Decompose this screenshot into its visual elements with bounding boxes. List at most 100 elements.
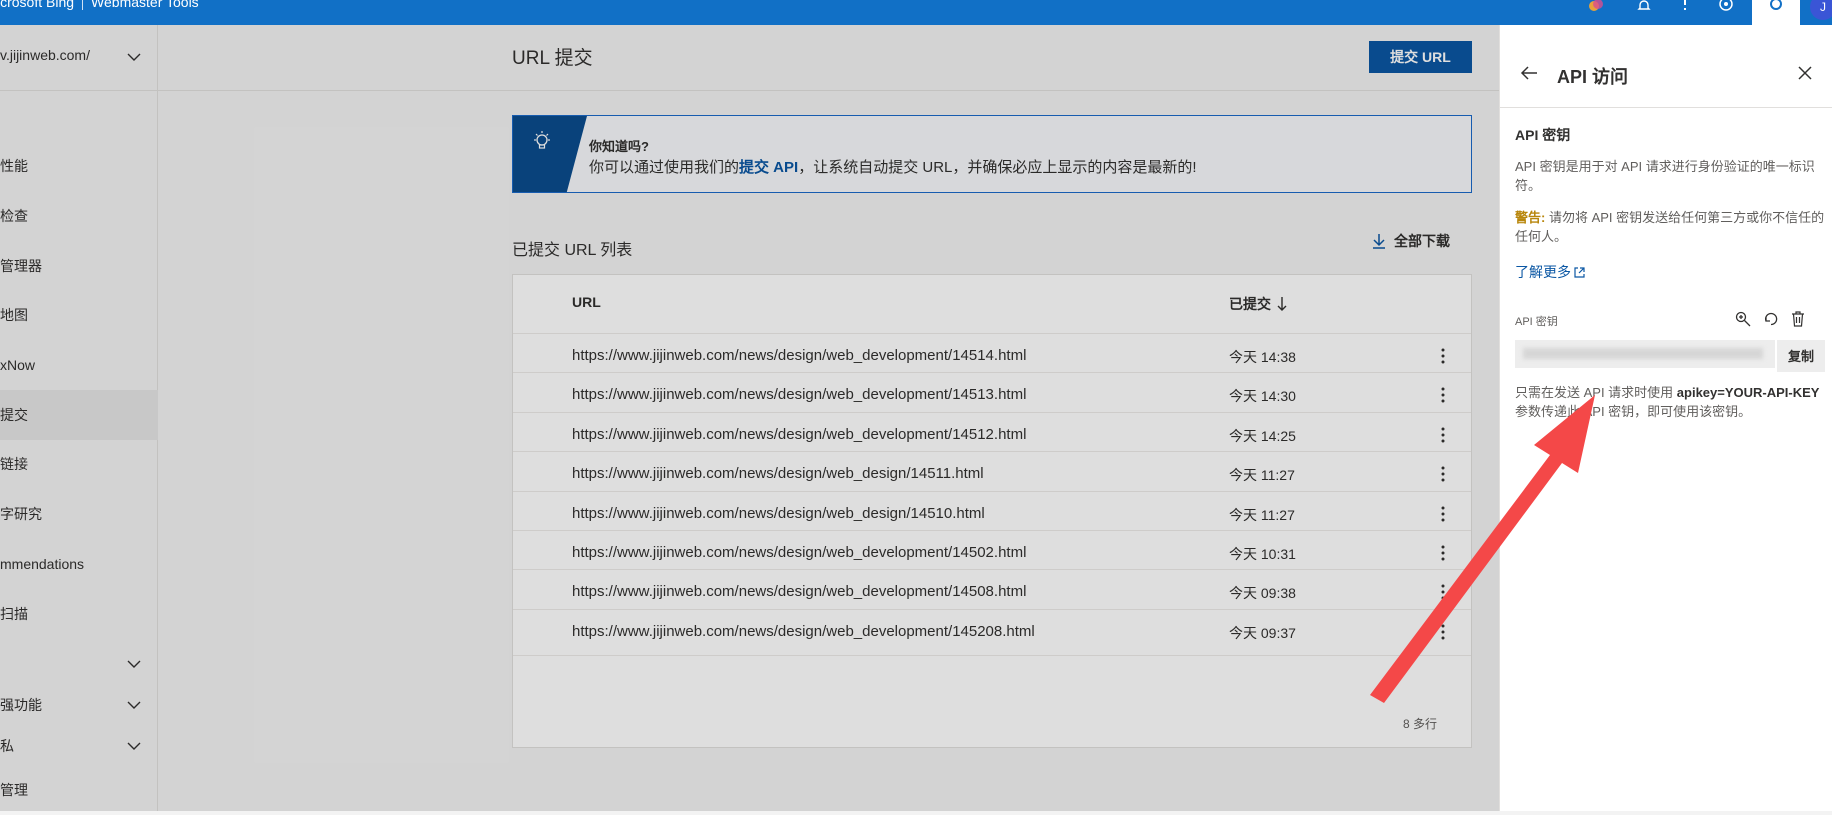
warning-text: 请勿将 API 密钥发送给任何第三方或你不信任的任何人。 <box>1515 210 1825 244</box>
sidebar-item-label: 检查 <box>0 208 28 224</box>
url-cell: https://www.jijinweb.com/news/design/web… <box>572 544 1027 561</box>
external-link-icon <box>1574 266 1585 278</box>
sidebar-group-privacy[interactable]: 私 <box>0 721 158 771</box>
main-header: URL 提交 提交 URL <box>158 25 1499 91</box>
download-all-button[interactable]: 全部下载 <box>1372 231 1450 251</box>
table-end-divider <box>513 655 1471 656</box>
tip-band <box>513 116 587 192</box>
lightbulb-icon <box>534 131 550 149</box>
help-icon[interactable] <box>1675 0 1695 16</box>
api-key-label: API 密钥 <box>1515 316 1558 328</box>
back-arrow-icon[interactable] <box>1520 65 1538 81</box>
url-cell: https://www.jijinweb.com/news/design/web… <box>572 386 1027 403</box>
url-cell: https://www.jijinweb.com/news/design/web… <box>572 465 984 482</box>
table-row[interactable]: https://www.jijinweb.com/news/design/web… <box>513 451 1471 496</box>
sidebar-item-label: xNow <box>0 357 36 373</box>
copy-key-button[interactable]: 复制 <box>1777 340 1825 372</box>
api-key-masked-value <box>1523 348 1763 359</box>
url-cell: https://www.jijinweb.com/news/design/web… <box>572 623 1035 640</box>
settings-button[interactable] <box>1752 0 1800 25</box>
sidebar-item-site-scan[interactable]: 扫描 <box>0 589 158 639</box>
avatar[interactable]: J <box>1810 0 1832 20</box>
brand[interactable]: icrosoft Bing Webmaster Tools <box>0 0 199 11</box>
table-row[interactable]: https://www.jijinweb.com/news/design/web… <box>513 609 1471 654</box>
tip-title: 你知道吗? <box>589 139 649 154</box>
submission-api-link[interactable]: 提交 API <box>739 159 798 176</box>
chevron-down-icon <box>127 742 141 750</box>
time-cell: 今天 09:37 <box>1229 625 1296 641</box>
url-cell: https://www.jijinweb.com/news/design/web… <box>572 583 1027 600</box>
sidebar-item-label: 字研究 <box>0 506 42 522</box>
submitted-urls-table: URL 已提交 https://www.jijinweb.com/news/de… <box>512 274 1472 748</box>
close-icon[interactable] <box>1797 65 1813 81</box>
brand-name: icrosoft Bing <box>0 0 75 10</box>
page-title: URL 提交 <box>512 48 593 69</box>
sidebar-item-backlinks[interactable]: 链接 <box>0 439 158 489</box>
table-row[interactable]: https://www.jijinweb.com/news/design/web… <box>513 372 1471 417</box>
sidebar: v.jijinweb.com/ 性能 检查 管理器 地图 xNow 提交 链接 … <box>0 25 158 811</box>
sort-down-icon <box>1277 297 1287 311</box>
sidebar-item-site-explorer[interactable]: 管理器 <box>0 241 158 291</box>
sidebar-item-recommendations[interactable]: mmendations <box>0 539 158 589</box>
time-cell: 今天 14:25 <box>1229 428 1296 444</box>
sidebar-item-label: 提交 <box>0 407 28 423</box>
warning-label: 警告: <box>1515 210 1546 225</box>
brand-product: Webmaster Tools <box>91 0 199 10</box>
submit-url-button[interactable]: 提交 URL <box>1369 41 1472 73</box>
sidebar-item-label: 性能 <box>0 158 28 174</box>
url-cell: https://www.jijinweb.com/news/design/web… <box>572 505 985 522</box>
column-header-url[interactable]: URL <box>572 294 601 310</box>
sidebar-item-url-submission[interactable]: 提交 <box>0 390 158 440</box>
table-row[interactable]: https://www.jijinweb.com/news/design/web… <box>513 569 1471 614</box>
api-key-field[interactable] <box>1515 340 1775 368</box>
sidebar-item-keyword-research[interactable]: 字研究 <box>0 489 158 539</box>
regenerate-icon[interactable] <box>1763 311 1779 327</box>
time-cell: 今天 14:38 <box>1229 349 1296 365</box>
tip-text-after: ，让系统自动提交 URL，并确保必应上显示的内容是最新的! <box>798 159 1197 176</box>
brand-divider <box>82 0 84 11</box>
sidebar-item-label: 管理器 <box>0 258 42 274</box>
learn-more-label: 了解更多 <box>1515 264 1571 280</box>
tip-banner: 你知道吗? 你可以通过使用我们的提交 API，让系统自动提交 URL，并确保必应… <box>512 115 1472 193</box>
panel-title: API 访问 <box>1557 67 1629 87</box>
sidebar-item-sitemaps[interactable]: 地图 <box>0 290 158 340</box>
sidebar-item-performance[interactable]: 性能 <box>0 141 158 191</box>
url-cell: https://www.jijinweb.com/news/design/web… <box>572 426 1027 443</box>
api-key-heading: API 密钥 <box>1515 127 1571 143</box>
settings-icon <box>1766 0 1786 16</box>
annotation-arrow-icon <box>1370 395 1595 703</box>
sidebar-item-label: 地图 <box>0 307 28 323</box>
sidebar-item-label: 管理 <box>0 782 28 798</box>
usage-param: apikey=YOUR-API-KEY <box>1676 385 1820 400</box>
main-content: URL 提交 提交 URL 你知道吗? 你可以通过使用我们的提交 API，让系统… <box>158 25 1499 811</box>
sidebar-item-management[interactable]: 管理 <box>0 765 158 815</box>
sidebar-item-label: 私 <box>0 738 14 754</box>
column-header-label: 已提交 <box>1229 296 1271 312</box>
time-cell: 今天 10:31 <box>1229 546 1296 562</box>
panel-header: API 访问 <box>1500 25 1832 108</box>
more-vertical-icon[interactable] <box>1438 346 1448 366</box>
column-header-submitted[interactable]: 已提交 <box>1229 294 1287 314</box>
zoom-icon[interactable] <box>1735 311 1751 327</box>
sidebar-item-label: 链接 <box>0 456 28 472</box>
sidebar-item-label: 扫描 <box>0 606 28 622</box>
sidebar-item-indexnow[interactable]: xNow <box>0 340 158 390</box>
site-selector[interactable]: v.jijinweb.com/ <box>0 25 158 91</box>
api-key-actions <box>1735 311 1805 327</box>
api-key-warning: 警告: 请勿将 API 密钥发送给任何第三方或你不信任的任何人。 <box>1515 208 1825 246</box>
download-icon <box>1373 234 1385 249</box>
learn-more-link[interactable]: 了解更多 <box>1515 262 1585 282</box>
sidebar-item-label: mmendations <box>0 556 85 572</box>
sidebar-item-url-inspection[interactable]: 检查 <box>0 191 158 241</box>
delete-icon[interactable] <box>1791 311 1805 327</box>
copilot-icon[interactable] <box>1586 0 1606 16</box>
list-title: 已提交 URL 列表 <box>512 242 633 259</box>
api-key-description: API 密钥是用于对 API 请求进行身份验证的唯一标识符。 <box>1515 159 1815 193</box>
tip-text: 你可以通过使用我们的提交 API，让系统自动提交 URL，并确保必应上显示的内容… <box>589 156 1197 177</box>
time-cell: 今天 14:30 <box>1229 388 1296 404</box>
download-label: 全部下载 <box>1394 233 1450 249</box>
chevron-down-icon <box>127 701 141 709</box>
feedback-icon[interactable] <box>1716 0 1736 16</box>
chevron-down-icon <box>127 53 141 61</box>
bell-icon[interactable] <box>1634 0 1654 16</box>
